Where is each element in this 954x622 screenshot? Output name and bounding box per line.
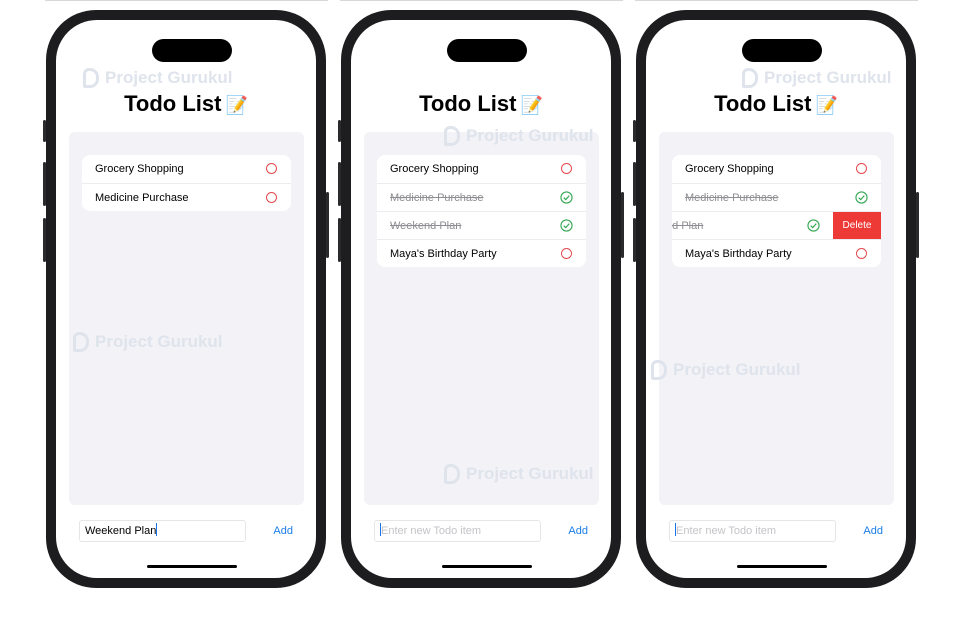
todo-item[interactable]: Medicine Purchase [377,183,586,211]
todo-list-panel: Grocery Shopping Medicine Purchase [69,132,304,505]
new-todo-input[interactable]: Weekend Plan [79,520,246,542]
checkmark-circle-icon[interactable] [855,191,868,204]
todo-item-swiped[interactable]: Weekend Plan Delete [672,211,881,240]
app-screen: Project Gurukul Todo List 📝 Grocery Shopp… [646,20,906,578]
todo-item[interactable]: Grocery Shopping [82,155,291,183]
todo-label: Weekend Plan [672,220,704,232]
dynamic-island [152,39,232,62]
todo-label: Maya's Birthday Party [685,248,792,260]
home-indicator [442,565,532,568]
incomplete-circle-icon[interactable] [856,163,867,174]
add-button[interactable]: Add [863,525,883,537]
add-button[interactable]: Add [568,525,588,537]
todo-item[interactable]: Maya's Birthday Party [672,239,881,267]
incomplete-circle-icon[interactable] [561,248,572,259]
app-screen: Project Gurukul Todo List 📝 Grocery Shopp… [56,20,316,578]
home-indicator [737,565,827,568]
watermark-logo-icon [83,68,99,88]
todo-item[interactable]: Weekend Plan [377,211,586,239]
page-title: Todo List 📝 [419,91,543,116]
todo-label: Medicine Purchase [390,192,484,204]
checkmark-circle-icon[interactable] [560,191,573,204]
todo-label: Grocery Shopping [685,163,774,175]
incomplete-circle-icon[interactable] [266,163,277,174]
todo-label: Maya's Birthday Party [390,248,497,260]
todo-item[interactable]: Medicine Purchase [672,183,881,211]
watermark: Project Gurukul [83,68,233,88]
memo-icon: 📝 [520,95,543,115]
watermark: Project Gurukul [742,68,892,88]
incomplete-circle-icon[interactable] [561,163,572,174]
incomplete-circle-icon[interactable] [856,248,867,259]
page-title: Todo List 📝 [714,91,838,116]
checkmark-circle-icon[interactable] [560,219,573,232]
divider [635,0,918,1]
todo-list: Grocery Shopping Medicine Purchase Weeke… [377,155,586,267]
new-todo-input[interactable]: Enter new Todo item [374,520,541,542]
memo-icon: 📝 [815,95,838,115]
phone-frame-3: Project Gurukul Todo List 📝 Grocery Shopp… [633,10,919,588]
todo-label: Grocery Shopping [390,163,479,175]
todo-item[interactable]: Grocery Shopping [377,155,586,183]
page-title: Todo List 📝 [124,91,248,116]
todo-label: Weekend Plan [390,220,462,232]
todo-list: Grocery Shopping Medicine Purchase Weeke… [672,155,881,267]
todo-list-panel: Grocery Shopping Medicine Purchase Weeke… [364,132,599,505]
todo-list: Grocery Shopping Medicine Purchase [82,155,291,211]
todo-list-panel: Grocery Shopping Medicine Purchase Weeke… [659,132,894,505]
todo-item[interactable]: Maya's Birthday Party [377,239,586,267]
home-indicator [147,565,237,568]
divider [45,0,328,1]
dynamic-island [447,39,527,62]
checkmark-circle-icon[interactable] [807,219,820,232]
watermark-logo-icon [742,68,758,88]
todo-item[interactable]: Medicine Purchase [82,183,291,211]
todo-item[interactable]: Grocery Shopping [672,155,881,183]
phone-frame-1: Project Gurukul Todo List 📝 Grocery Shopp… [43,10,329,588]
todo-label: Grocery Shopping [95,163,184,175]
dynamic-island [742,39,822,62]
text-caret [156,523,158,536]
incomplete-circle-icon[interactable] [266,192,277,203]
memo-icon: 📝 [225,95,248,115]
phone-frame-2: Todo List 📝 Grocery Shopping Medicine Pur… [338,10,624,588]
divider [340,0,623,1]
todo-label: Medicine Purchase [685,192,779,204]
todo-label: Medicine Purchase [95,192,189,204]
app-screen: Todo List 📝 Grocery Shopping Medicine Pur… [351,20,611,578]
add-button[interactable]: Add [273,525,293,537]
delete-button[interactable]: Delete [833,212,881,240]
new-todo-input[interactable]: Enter new Todo item [669,520,836,542]
